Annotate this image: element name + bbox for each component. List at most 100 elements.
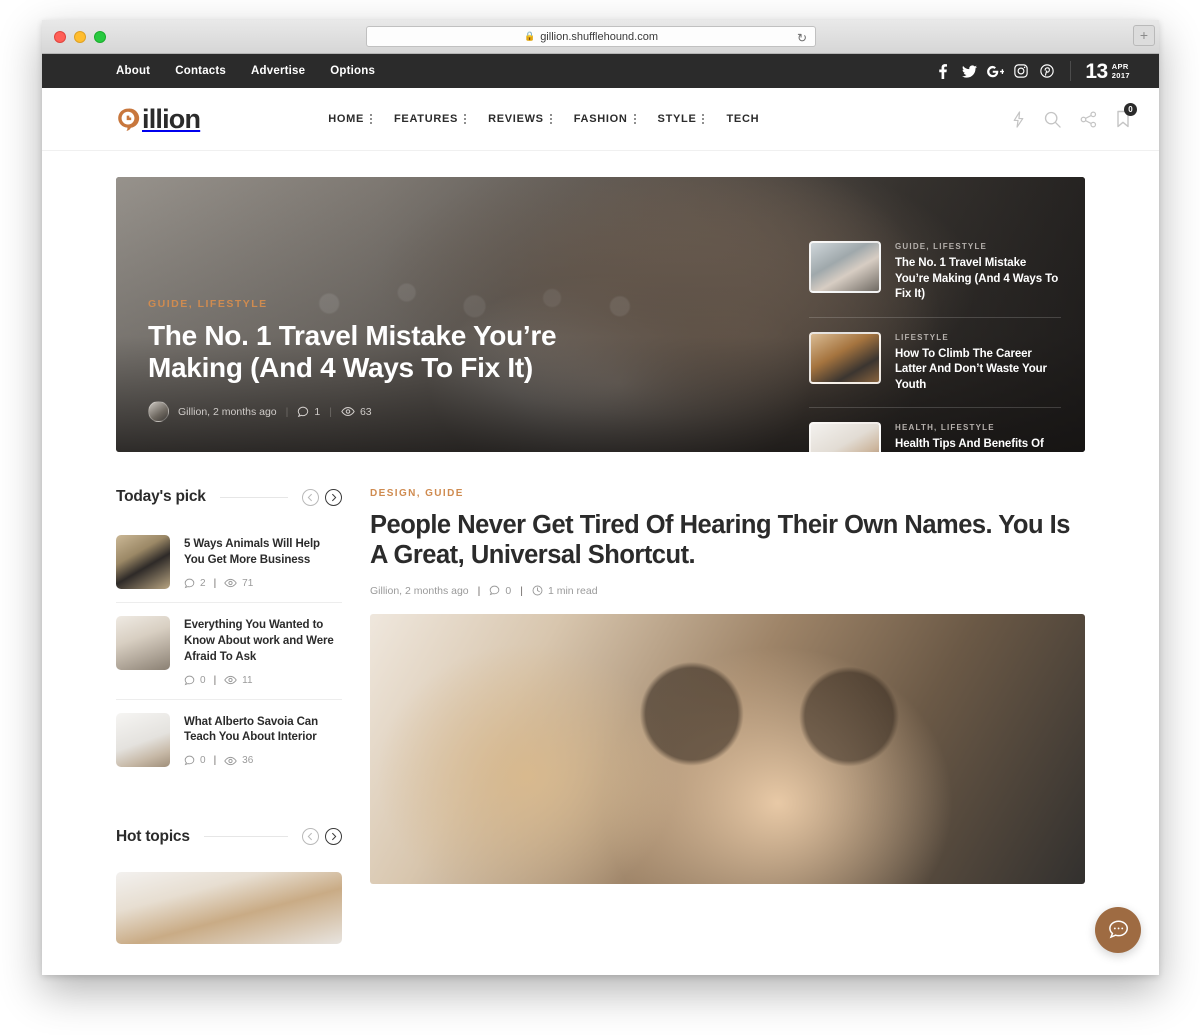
article-featured-image[interactable] <box>370 613 1085 884</box>
hero-author-date: Gillion, 2 months ago <box>178 405 277 418</box>
hero-side-category[interactable]: LIFESTYLE <box>895 333 1061 342</box>
hero-featured-post[interactable]: GUIDE, LIFESTYLE The No. 1 Travel Mistak… <box>148 298 618 422</box>
avatar <box>148 401 169 422</box>
share-icon[interactable] <box>1080 111 1097 128</box>
minimize-window-button[interactable] <box>74 31 86 43</box>
top-bar-right: 13 APR 2017 <box>930 60 1130 82</box>
hero-side-list: GUIDE, LIFESTYLE The No. 1 Travel Mistak… <box>809 227 1061 452</box>
hero-side-title[interactable]: Health Tips And Benefits Of Healthy Life… <box>895 437 1061 452</box>
hero-side-title[interactable]: How To Climb The Career Latter And Don’t… <box>895 347 1061 394</box>
meta-divider: | <box>520 584 523 597</box>
hero-slider[interactable]: GUIDE, LIFESTYLE The No. 1 Travel Mistak… <box>116 177 1085 452</box>
nav-item-reviews[interactable]: REVIEWS <box>488 113 552 125</box>
maximize-window-button[interactable] <box>94 31 106 43</box>
hero-side-item[interactable]: HEALTH, LIFESTYLE Health Tips And Benefi… <box>809 407 1061 452</box>
address-bar[interactable]: 🔒 gillion.shufflehound.com ↻ <box>366 26 816 47</box>
nav-label-features[interactable]: FEATURES <box>394 113 458 125</box>
hero-comment-count: 1 <box>297 406 320 418</box>
nav-label-style[interactable]: STYLE <box>658 113 697 125</box>
views-value: 11 <box>242 674 253 686</box>
views-value: 36 <box>242 755 254 767</box>
article-meta: Gillion, 2 months ago | 0 | 1 min read <box>370 585 1085 597</box>
list-item-title[interactable]: 5 Ways Animals Will Help You Get More Bu… <box>184 537 342 569</box>
top-bar: About Contacts Advertise Options 13 APR … <box>42 54 1159 88</box>
topbar-link-options[interactable]: Options <box>330 65 375 77</box>
hero-side-category[interactable]: GUIDE, LIFESTYLE <box>895 242 1061 251</box>
comment-icon <box>184 755 195 766</box>
section-divider <box>203 836 288 838</box>
hot-topics-card[interactable] <box>116 871 342 944</box>
browser-window: 🔒 gillion.shufflehound.com ↻ + About Con… <box>42 20 1159 975</box>
topbar-link-contacts[interactable]: Contacts <box>175 65 226 77</box>
nav-item-style[interactable]: STYLE <box>658 113 705 125</box>
next-arrow-icon[interactable] <box>325 488 342 506</box>
search-icon[interactable] <box>1044 111 1061 128</box>
comments-value: 2 <box>200 577 206 589</box>
hero-title[interactable]: The No. 1 Travel Mistake You’re Making (… <box>148 320 618 386</box>
article-title[interactable]: People Never Get Tired Of Hearing Their … <box>370 510 1085 571</box>
hero-side-item[interactable]: GUIDE, LIFESTYLE The No. 1 Travel Mistak… <box>809 227 1061 317</box>
topbar-link-advertise[interactable]: Advertise <box>251 65 305 77</box>
google-plus-icon[interactable] <box>982 60 1008 82</box>
article-author-date: Gillion, 2 months ago <box>370 584 469 597</box>
article-read-time-value: 1 min read <box>547 584 598 597</box>
top-bar-nav: About Contacts Advertise Options <box>116 65 375 77</box>
url-text: gillion.shufflehound.com <box>540 30 659 43</box>
hero-view-count: 63 <box>341 406 372 418</box>
chat-button[interactable] <box>1095 907 1141 953</box>
hero-category[interactable]: GUIDE, LIFESTYLE <box>148 298 618 310</box>
bookmark-icon[interactable]: 0 <box>1116 103 1137 128</box>
nav-item-tech[interactable]: TECH <box>726 113 759 125</box>
hero-side-category[interactable]: HEALTH, LIFESTYLE <box>895 423 1061 432</box>
site-logo[interactable]: illion <box>116 103 201 134</box>
content-area: Today's pick 5 Ways Animals Will Help Yo… <box>116 488 1085 944</box>
chevron-dots-icon <box>464 114 467 124</box>
nav-label-fashion[interactable]: FASHION <box>574 113 628 125</box>
hero-side-title[interactable]: The No. 1 Travel Mistake You’re Making (… <box>895 256 1061 303</box>
article-category[interactable]: DESIGN, GUIDE <box>370 488 1085 499</box>
nav-label-home[interactable]: HOME <box>328 113 364 125</box>
close-window-button[interactable] <box>54 31 66 43</box>
meta-divider: | <box>329 405 332 418</box>
logo-speech-bubble-icon <box>116 107 140 131</box>
list-item-title[interactable]: Everything You Wanted to Know About work… <box>184 618 342 666</box>
list-item[interactable]: Everything You Wanted to Know About work… <box>116 602 342 699</box>
twitter-icon[interactable] <box>956 60 982 82</box>
hero-side-thumbnail <box>809 422 881 452</box>
prev-arrow-icon[interactable] <box>302 488 319 506</box>
nav-label-reviews[interactable]: REVIEWS <box>488 113 544 125</box>
nav-item-home[interactable]: HOME <box>328 113 373 125</box>
main-navigation: HOME FEATURES REVIEWS FASHION STYLE TECH <box>328 113 759 125</box>
nav-item-fashion[interactable]: FASHION <box>574 113 636 125</box>
lightning-icon[interactable] <box>1012 110 1025 128</box>
date-year: 2017 <box>1111 71 1130 80</box>
list-item-meta: 2 | 71 <box>184 578 342 589</box>
article-comment-count: 0 <box>489 585 511 597</box>
reload-icon[interactable]: ↻ <box>797 31 807 45</box>
pinterest-icon[interactable] <box>1034 60 1060 82</box>
facebook-icon[interactable] <box>930 60 956 82</box>
hero-side-item[interactable]: LIFESTYLE How To Climb The Career Latter… <box>809 316 1061 408</box>
site-header: illion HOME FEATURES REVIEWS FASHION STY… <box>42 88 1159 151</box>
list-item-meta: 0 | 11 <box>184 675 342 686</box>
comment-count: 0 <box>184 755 206 766</box>
chevron-dots-icon <box>370 114 373 124</box>
nav-item-features[interactable]: FEATURES <box>394 113 467 125</box>
main-article: DESIGN, GUIDE People Never Get Tired Of … <box>370 488 1085 944</box>
next-arrow-icon[interactable] <box>325 828 342 846</box>
list-item-title[interactable]: What Alberto Savoia Can Teach You About … <box>184 715 342 747</box>
list-item[interactable]: What Alberto Savoia Can Teach You About … <box>116 698 342 780</box>
list-item-thumbnail <box>116 712 170 767</box>
instagram-icon[interactable] <box>1008 60 1034 82</box>
new-tab-button[interactable]: + <box>1133 25 1155 46</box>
list-item-body: Everything You Wanted to Know About work… <box>184 616 342 686</box>
list-item[interactable]: 5 Ways Animals Will Help You Get More Bu… <box>116 522 342 602</box>
nav-label-tech[interactable]: TECH <box>726 113 759 125</box>
logo-text: illion <box>142 103 201 134</box>
chevron-dots-icon <box>549 114 552 124</box>
prev-arrow-icon[interactable] <box>302 828 319 846</box>
list-item-meta: 0 | 36 <box>184 755 342 766</box>
date-day: 13 <box>1085 59 1108 83</box>
topbar-link-about[interactable]: About <box>116 65 150 77</box>
view-count: 11 <box>224 674 253 686</box>
